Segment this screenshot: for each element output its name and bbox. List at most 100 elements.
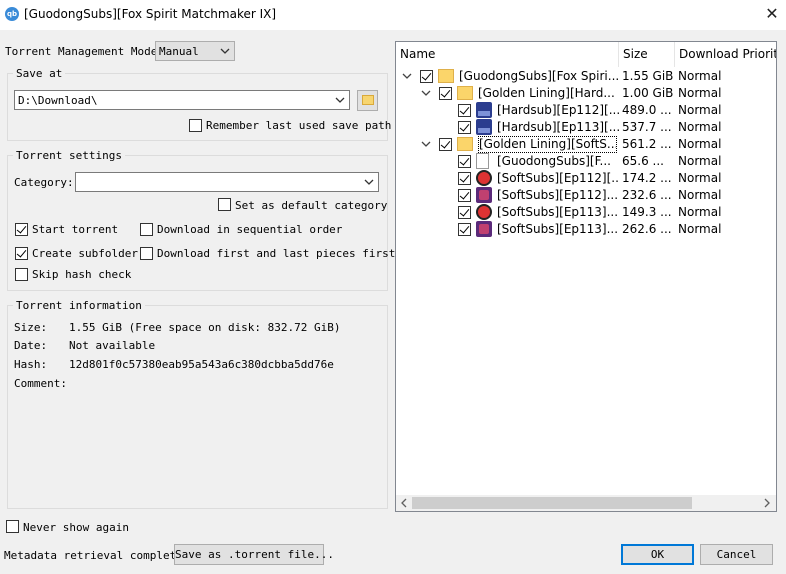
tree-row[interactable]: [Golden Lining][Hard... 1.00 GiB Normal bbox=[396, 85, 776, 102]
row-checkbox[interactable] bbox=[458, 121, 471, 134]
tree-row[interactable]: [Hardsub][Ep113][... 537.7 ... Normal bbox=[396, 119, 776, 136]
never-show-label: Never show again bbox=[23, 521, 129, 534]
create-subfolder-checkbox[interactable] bbox=[15, 247, 28, 260]
size-value: 1.55 GiB (Free space on disk: 832.72 GiB… bbox=[69, 321, 341, 334]
row-name: [Golden Lining][Hard... bbox=[478, 86, 615, 100]
status-text: Metadata retrieval complete bbox=[4, 549, 183, 562]
row-checkbox[interactable] bbox=[458, 223, 471, 236]
row-name: [SoftSubs][Ep113]... bbox=[497, 205, 619, 219]
management-mode-value: Manual bbox=[159, 45, 199, 58]
row-checkbox[interactable] bbox=[439, 138, 452, 151]
row-name: [Golden Lining][SoftS... bbox=[478, 136, 617, 153]
save-path-input[interactable]: D:\Download\ bbox=[14, 90, 350, 110]
comment-label: Comment: bbox=[14, 377, 67, 390]
row-priority[interactable]: Normal bbox=[678, 205, 774, 219]
row-checkbox[interactable] bbox=[420, 70, 433, 83]
tree-row[interactable]: [SoftSubs][Ep113]... 262.6 ... Normal bbox=[396, 221, 776, 238]
row-priority[interactable]: Normal bbox=[678, 69, 774, 83]
row-size: 149.3 ... bbox=[622, 205, 672, 219]
hash-label: Hash: bbox=[14, 358, 48, 371]
row-priority[interactable]: Normal bbox=[678, 222, 774, 236]
row-priority[interactable]: Normal bbox=[678, 103, 774, 117]
row-priority[interactable]: Normal bbox=[678, 171, 774, 185]
expand-chevron-icon[interactable] bbox=[402, 70, 412, 80]
row-size: 489.0 ... bbox=[622, 103, 672, 117]
date-value: Not available bbox=[69, 339, 156, 352]
cancel-button[interactable]: Cancel bbox=[700, 544, 773, 565]
tree-row[interactable]: [Golden Lining][SoftS... 561.2 ... Normal bbox=[396, 136, 776, 153]
row-name: [SoftSubs][Ep113]... bbox=[497, 222, 619, 236]
date-label: Date: bbox=[14, 339, 48, 352]
default-category-label: Set as default category bbox=[235, 199, 388, 212]
management-mode-select[interactable]: Manual bbox=[155, 41, 235, 61]
scroll-right-icon[interactable] bbox=[762, 498, 772, 508]
row-name: [SoftSubs][Ep112]... bbox=[497, 188, 619, 202]
row-name: [GuodongSubs][Fox Spiri... bbox=[459, 69, 619, 83]
category-select[interactable] bbox=[75, 172, 379, 192]
row-priority[interactable]: Normal bbox=[678, 154, 774, 168]
row-checkbox[interactable] bbox=[439, 87, 452, 100]
skip-hash-label: Skip hash check bbox=[32, 268, 132, 281]
sequential-download-checkbox[interactable] bbox=[140, 223, 153, 236]
management-mode-label: Torrent Management Mode: bbox=[5, 45, 164, 58]
skip-hash-checkbox[interactable] bbox=[15, 268, 28, 281]
start-torrent-label: Start torrent bbox=[32, 223, 119, 236]
file-tree[interactable]: Name ^ Size Download Priorit [GuodongSub… bbox=[395, 41, 777, 512]
row-size: 232.6 ... bbox=[622, 188, 672, 202]
size-label: Size: bbox=[14, 321, 48, 334]
folder-icon bbox=[457, 137, 473, 151]
sort-ascending-icon: ^ bbox=[504, 41, 512, 49]
row-priority[interactable]: Normal bbox=[678, 137, 774, 151]
horizontal-scrollbar[interactable] bbox=[396, 495, 776, 511]
torrent-info-group bbox=[7, 305, 388, 509]
folder-icon bbox=[457, 86, 473, 100]
column-header-size[interactable]: Size bbox=[619, 42, 675, 67]
close-icon[interactable]: ✕ bbox=[762, 4, 782, 24]
row-size: 174.2 ... bbox=[622, 171, 672, 185]
tree-row[interactable]: [GuodongSubs][Fox Spiri... 1.55 GiB Normal bbox=[396, 68, 776, 85]
ok-button[interactable]: OK bbox=[621, 544, 694, 565]
save-path-value: D:\Download\ bbox=[18, 94, 98, 107]
mp4-file-icon bbox=[476, 187, 492, 203]
row-name: [Hardsub][Ep113][... bbox=[497, 120, 619, 134]
category-label: Category: bbox=[14, 176, 74, 189]
default-category-checkbox[interactable] bbox=[218, 198, 231, 211]
row-checkbox[interactable] bbox=[458, 172, 471, 185]
row-checkbox[interactable] bbox=[458, 104, 471, 117]
never-show-checkbox[interactable] bbox=[6, 520, 19, 533]
row-name: [GuodongSubs][F... bbox=[497, 154, 611, 168]
tree-row[interactable]: [Hardsub][Ep112][... 489.0 ... Normal bbox=[396, 102, 776, 119]
browse-folder-button[interactable] bbox=[357, 90, 378, 111]
start-torrent-checkbox[interactable] bbox=[15, 223, 28, 236]
row-checkbox[interactable] bbox=[458, 189, 471, 202]
row-size: 561.2 ... bbox=[622, 137, 672, 151]
column-header-priority[interactable]: Download Priorit bbox=[675, 42, 776, 67]
mkv-file-icon bbox=[476, 102, 492, 118]
scrollbar-thumb[interactable] bbox=[412, 497, 692, 509]
round-media-icon bbox=[476, 204, 492, 220]
chevron-down-icon bbox=[363, 175, 375, 189]
mkv-file-icon bbox=[476, 119, 492, 135]
row-size: 65.6 ... bbox=[622, 154, 664, 168]
tree-row[interactable]: [SoftSubs][Ep112]... 232.6 ... Normal bbox=[396, 187, 776, 204]
expand-chevron-icon[interactable] bbox=[421, 138, 431, 148]
scroll-left-icon[interactable] bbox=[399, 498, 409, 508]
row-checkbox[interactable] bbox=[458, 155, 471, 168]
save-at-title: Save at bbox=[13, 67, 66, 80]
tree-row[interactable]: [SoftSubs][Ep113]... 149.3 ... Normal bbox=[396, 204, 776, 221]
remember-path-label: Remember last used save path bbox=[206, 119, 392, 132]
expand-chevron-icon[interactable] bbox=[421, 87, 431, 97]
remember-path-checkbox[interactable] bbox=[189, 119, 202, 132]
row-priority[interactable]: Normal bbox=[678, 86, 774, 100]
row-priority[interactable]: Normal bbox=[678, 188, 774, 202]
tree-row[interactable]: [GuodongSubs][F... 65.6 ... Normal bbox=[396, 153, 776, 170]
first-last-pieces-checkbox[interactable] bbox=[140, 247, 153, 260]
row-priority[interactable]: Normal bbox=[678, 120, 774, 134]
torrent-info-title: Torrent information bbox=[13, 299, 145, 312]
app-icon: qb bbox=[5, 7, 19, 21]
row-checkbox[interactable] bbox=[458, 206, 471, 219]
row-size: 1.00 GiB bbox=[622, 86, 674, 100]
first-last-pieces-label: Download first and last pieces first bbox=[157, 247, 396, 260]
tree-row[interactable]: [SoftSubs][Ep112][... 174.2 ... Normal bbox=[396, 170, 776, 187]
save-torrent-file-button[interactable]: Save as .torrent file... bbox=[174, 544, 334, 565]
